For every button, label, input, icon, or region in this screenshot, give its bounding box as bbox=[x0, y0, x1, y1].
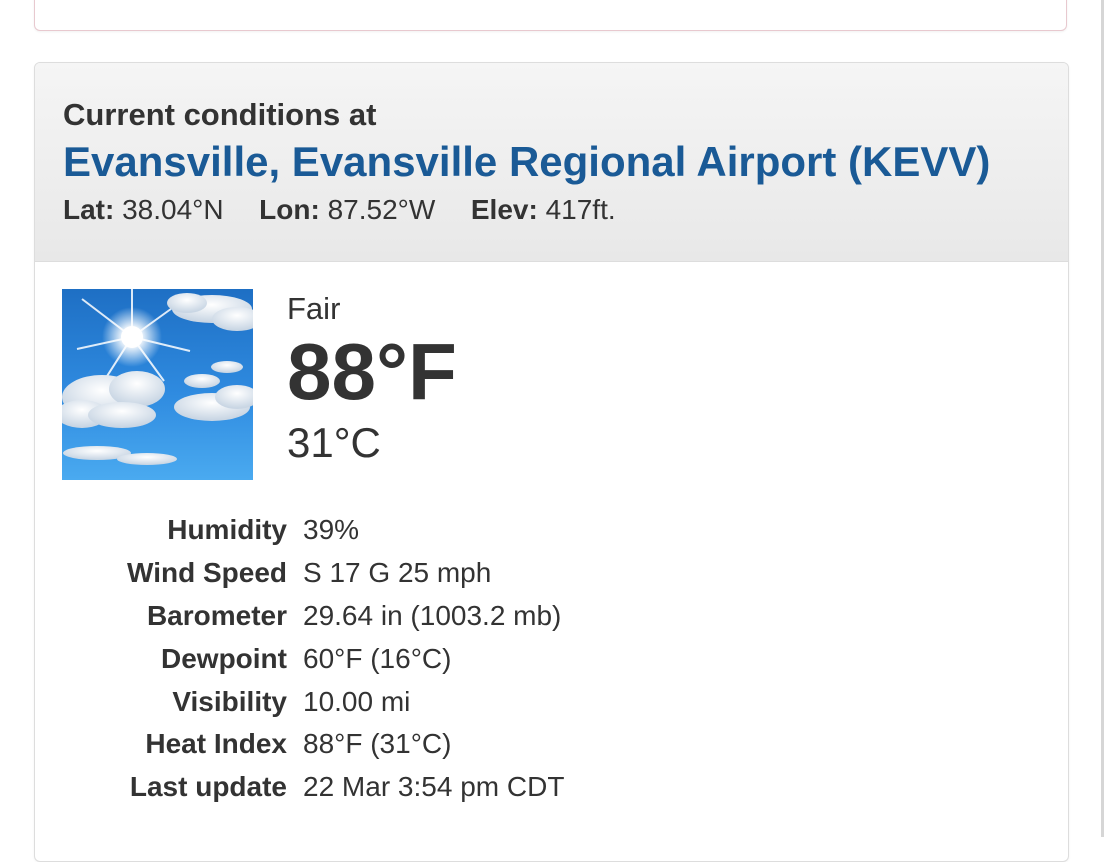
detail-row-wind-speed: Wind Speed S 17 G 25 mph bbox=[35, 552, 564, 595]
detail-value: 22 Mar 3:54 pm CDT bbox=[303, 771, 565, 803]
station-coordinates: Lat: 38.04°N Lon: 87.52°W Elev: 417ft. bbox=[63, 193, 1068, 227]
detail-label: Barometer bbox=[146, 599, 287, 631]
detail-row-visibility: Visibility 10.00 mi bbox=[35, 680, 564, 723]
elev-label: Elev: bbox=[470, 194, 538, 225]
detail-row-heat-index: Heat Index 88°F (31°C) bbox=[35, 723, 564, 766]
panel-heading: Current conditions at Evansville, Evansv… bbox=[35, 63, 1068, 262]
detail-row-barometer: Barometer 29.64 in (1003.2 mb) bbox=[35, 595, 564, 638]
panel-title: Current conditions at bbox=[63, 97, 377, 132]
lat-value: 38.04°N bbox=[122, 194, 224, 225]
detail-value: 60°F (16°C) bbox=[303, 642, 452, 674]
condition-description: Fair bbox=[287, 291, 341, 326]
detail-value: 29.64 in (1003.2 mb) bbox=[303, 599, 562, 631]
detail-row-last-update: Last update 22 Mar 3:54 pm CDT bbox=[35, 766, 565, 809]
lon-value: 87.52°W bbox=[327, 194, 436, 225]
temperature-celsius: 31°C bbox=[287, 419, 381, 466]
detail-value: 39% bbox=[303, 514, 360, 546]
current-conditions-panel: Current conditions at Evansville, Evansv… bbox=[34, 62, 1069, 862]
detail-value: S 17 G 25 mph bbox=[303, 557, 492, 589]
lat-label: Lat: bbox=[63, 194, 115, 225]
detail-value: 88°F (31°C) bbox=[303, 728, 452, 760]
current-conditions-summary: Fair 88°F 31°C bbox=[287, 290, 457, 468]
conditions-details-table: Humidity 39% Wind Speed S 17 G 25 mph Ba… bbox=[35, 509, 564, 809]
detail-row-humidity: Humidity 39% bbox=[35, 509, 564, 552]
detail-label: Dewpoint bbox=[161, 642, 287, 674]
detail-label: Humidity bbox=[167, 514, 287, 546]
lon-label: Lon: bbox=[259, 194, 320, 225]
detail-label: Heat Index bbox=[145, 728, 287, 760]
detail-label: Visibility bbox=[172, 685, 287, 717]
detail-label: Last update bbox=[129, 771, 287, 803]
detail-row-dewpoint: Dewpoint 60°F (16°C) bbox=[35, 637, 564, 680]
station-name-link[interactable]: Evansville, Evansville Regional Airport … bbox=[63, 137, 1068, 187]
previous-panel bbox=[34, 0, 1067, 31]
temperature-fahrenheit: 88°F bbox=[287, 327, 457, 416]
elev-value: 417ft. bbox=[545, 194, 616, 225]
detail-value: 10.00 mi bbox=[303, 685, 411, 717]
detail-label: Wind Speed bbox=[127, 557, 287, 589]
fair-sky-sun-clouds-icon bbox=[62, 289, 253, 480]
